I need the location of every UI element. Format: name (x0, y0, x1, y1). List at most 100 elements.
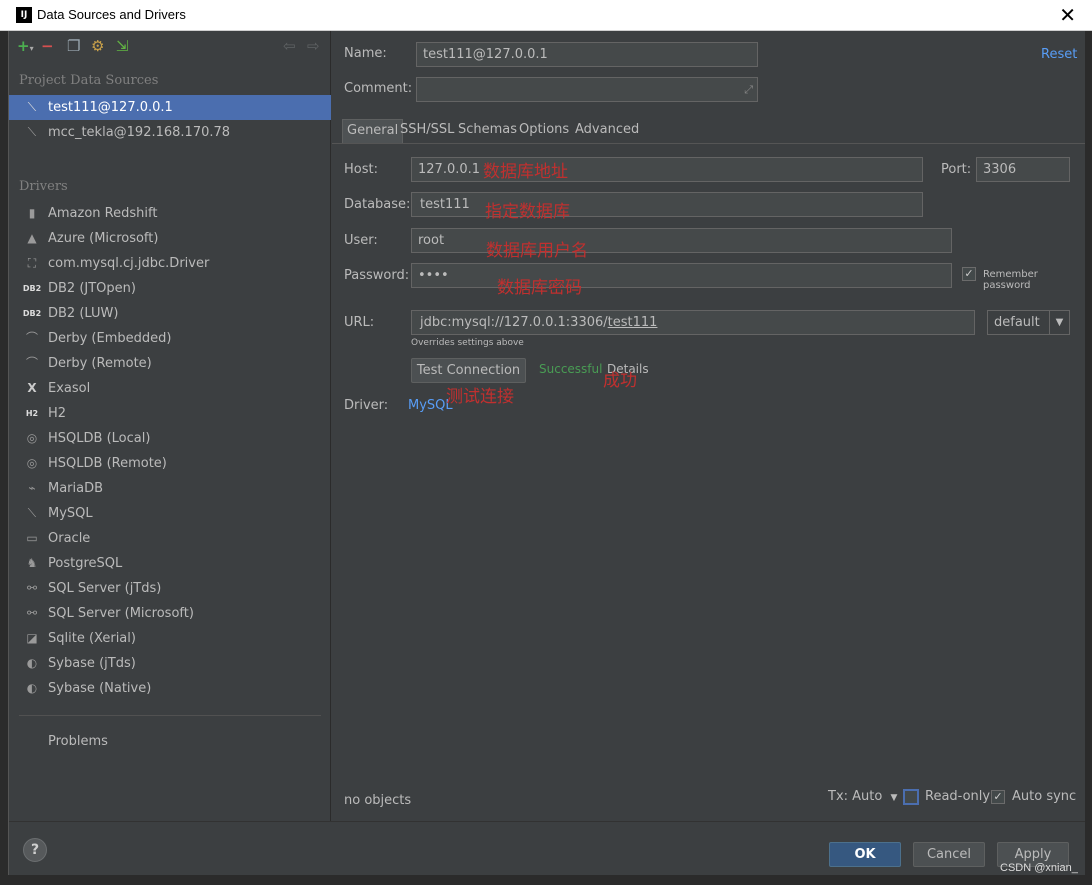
help-icon[interactable]: ? (23, 838, 47, 862)
driver-label: HSQLDB (Local) (48, 431, 151, 446)
driver-label: MariaDB (48, 481, 104, 496)
add-icon[interactable]: +▾ (17, 38, 34, 57)
driver-postgresql[interactable]: ♞ PostgreSQL (9, 551, 331, 576)
driver-amazon-redshift[interactable]: ▮ Amazon Redshift (9, 201, 331, 226)
driver-label: DB2 (LUW) (48, 306, 119, 321)
tab-general[interactable]: General (342, 119, 404, 143)
user-label: User: (344, 233, 378, 248)
mysql-dolphin-icon: ⟍ (27, 100, 37, 114)
driver-label: H2 (48, 406, 67, 421)
overrides-note: Overrides settings above (411, 338, 524, 348)
driver-label: Derby (Embedded) (48, 331, 172, 346)
driver-sqlserver-microsoft[interactable]: ⚯ SQL Server (Microsoft) (9, 601, 331, 626)
port-input[interactable]: 3306 (976, 157, 1070, 182)
url-label: URL: (344, 315, 375, 330)
right-panel: Name: test111@127.0.0.1 Reset Comment: ⤢… (332, 31, 1085, 821)
sybase-icon: ◐ (26, 656, 38, 670)
driver-oracle[interactable]: ▭ Oracle (9, 526, 331, 551)
url-database: test111 (607, 315, 658, 330)
duplicate-icon[interactable]: ❐ (67, 38, 80, 54)
password-label: Password: (344, 268, 410, 283)
cancel-button[interactable]: Cancel (913, 842, 985, 867)
name-input[interactable]: test111@127.0.0.1 (416, 42, 758, 67)
mysql-dolphin-icon: ⟍ (27, 125, 37, 139)
import-icon[interactable]: ⇲ (116, 38, 129, 54)
expand-icon[interactable]: ⤢ (744, 78, 753, 101)
redshift-icon: ▮ (28, 206, 36, 220)
data-source-mcc-tekla[interactable]: ⟍ mcc_tekla@192.168.170.78 (9, 120, 331, 145)
url-mode-select[interactable]: default ▼ (987, 310, 1070, 335)
driver-label: Sybase (Native) (48, 681, 152, 696)
driver-hsqldb-remote[interactable]: ◎ HSQLDB (Remote) (9, 451, 331, 476)
driver-label: HSQLDB (Remote) (48, 456, 167, 471)
data-source-label: test111@127.0.0.1 (48, 100, 173, 115)
driver-label: PostgreSQL (48, 556, 123, 571)
tab-options[interactable]: Options (515, 119, 573, 143)
tx-mode-value: Tx: Auto (828, 789, 883, 804)
h2-icon: H2 (25, 409, 39, 418)
driver-sqlite[interactable]: ◪ Sqlite (Xerial) (9, 626, 331, 651)
tab-advanced[interactable]: Advanced (571, 119, 643, 143)
tab-schemas[interactable]: Schemas (454, 119, 521, 143)
driver-db2-luw[interactable]: DB2 DB2 (LUW) (9, 301, 331, 326)
driver-h2[interactable]: H2 H2 (9, 401, 331, 426)
ok-button[interactable]: OK (829, 842, 901, 867)
exasol-icon: X (27, 381, 37, 395)
driver-exasol[interactable]: X Exasol (9, 376, 331, 401)
sqlserver-icon: ⚯ (26, 581, 38, 595)
problems-item[interactable]: Problems (9, 729, 331, 754)
remove-icon[interactable]: − (41, 38, 54, 54)
annotation-host: 数据库地址 (483, 162, 568, 182)
close-icon[interactable]: ✕ (1059, 4, 1076, 26)
left-toolbar: +▾ − ❐ ⚙ ⇲ ⇦ ⇨ (9, 31, 331, 63)
driver-label: Amazon Redshift (48, 206, 158, 221)
mariadb-seal-icon: ⌁ (28, 481, 36, 495)
data-source-test111[interactable]: ⟍ test111@127.0.0.1 (9, 95, 331, 120)
driver-label: MySQL (48, 506, 93, 521)
driver-sybase-jtds[interactable]: ◐ Sybase (jTds) (9, 651, 331, 676)
read-only-checkbox[interactable] (903, 789, 919, 805)
hsqldb-icon: ◎ (26, 456, 38, 470)
driver-azure[interactable]: ▲ Azure (Microsoft) (9, 226, 331, 251)
driver-label: Derby (Remote) (48, 356, 152, 371)
chevron-down-icon: ▼ (890, 793, 898, 803)
back-icon[interactable]: ⇦ (283, 38, 296, 54)
auto-sync-checkbox[interactable]: ✓ (991, 790, 1005, 804)
derby-hat-icon: ⌒ (25, 356, 38, 370)
reset-link[interactable]: Reset (1041, 47, 1077, 62)
tab-ssh-ssl[interactable]: SSH/SSL (396, 119, 458, 143)
azure-icon: ▲ (27, 231, 37, 245)
comment-input[interactable]: ⤢ (416, 77, 758, 102)
sqlserver-icon: ⚯ (26, 606, 38, 620)
test-connection-button[interactable]: Test Connection (411, 358, 526, 383)
db2-icon: DB2 (22, 309, 42, 318)
driver-sqlserver-jtds[interactable]: ⚯ SQL Server (jTds) (9, 576, 331, 601)
url-input[interactable]: jdbc:mysql://127.0.0.1:3306/test111 (411, 310, 975, 335)
password-input[interactable]: •••• (411, 263, 952, 288)
driver-mysql[interactable]: ⟍ MySQL (9, 501, 331, 526)
comment-label: Comment: (344, 81, 413, 96)
forward-icon[interactable]: ⇨ (307, 38, 320, 54)
annotation-database: 指定数据库 (485, 202, 570, 222)
dialog-button-bar: ? OK Cancel Apply (9, 821, 1085, 875)
data-sources-dialog: +▾ − ❐ ⚙ ⇲ ⇦ ⇨ Project Data Sources ⟍ te… (8, 31, 1085, 875)
driver-settings-icon[interactable]: ⚙ (91, 38, 104, 54)
driver-mariadb[interactable]: ⌁ MariaDB (9, 476, 331, 501)
driver-db2-jtopen[interactable]: DB2 DB2 (JTOpen) (9, 276, 331, 301)
hsqldb-icon: ◎ (26, 431, 38, 445)
driver-sybase-native[interactable]: ◐ Sybase (Native) (9, 676, 331, 701)
driver-derby-remote[interactable]: ⌒ Derby (Remote) (9, 351, 331, 376)
url-mode-value: default (994, 315, 1040, 330)
driver-derby-embedded[interactable]: ⌒ Derby (Embedded) (9, 326, 331, 351)
driver-label: Sqlite (Xerial) (48, 631, 136, 646)
no-objects-label: no objects (344, 793, 412, 808)
driver-com-mysql[interactable]: ⛶ com.mysql.cj.jdbc.Driver (9, 251, 331, 276)
driver-label: SQL Server (Microsoft) (48, 606, 194, 621)
port-label: Port: (941, 162, 972, 177)
annotation-user: 数据库用户名 (486, 241, 588, 261)
tx-mode-select[interactable]: Tx: Auto ▼ (828, 789, 897, 804)
remember-password-checkbox[interactable]: ✓ (962, 267, 976, 281)
auto-sync-label: Auto sync (1012, 789, 1077, 804)
driver-hsqldb-local[interactable]: ◎ HSQLDB (Local) (9, 426, 331, 451)
watermark: CSDN @xnian_ (1000, 862, 1078, 874)
